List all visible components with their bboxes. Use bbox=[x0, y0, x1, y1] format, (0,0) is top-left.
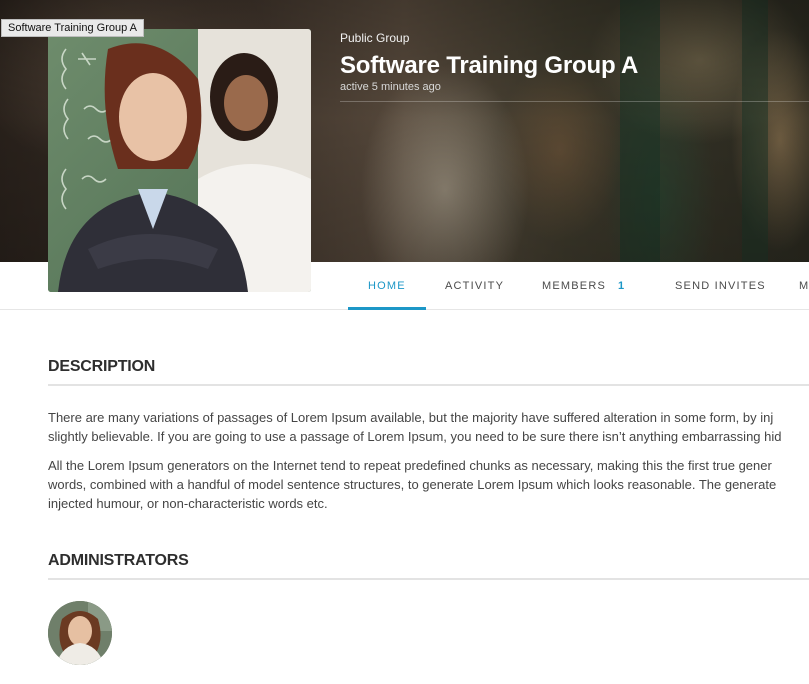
members-count-badge: 1 bbox=[618, 280, 625, 292]
tab-send-invites[interactable]: SEND INVITES bbox=[675, 262, 766, 310]
description-p1-line2: slightly believable. If you are going to… bbox=[48, 429, 782, 444]
group-title: Software Training Group A bbox=[340, 52, 639, 79]
admin-avatar-image bbox=[48, 601, 112, 665]
group-activity-status: active 5 minutes ago bbox=[340, 81, 441, 93]
group-avatar[interactable] bbox=[48, 29, 311, 292]
group-type: Public Group bbox=[340, 31, 410, 45]
description-heading: DESCRIPTION bbox=[48, 358, 809, 386]
description-paragraph-2: All the Lorem Ipsum generators on the In… bbox=[48, 456, 809, 513]
admin-avatar[interactable] bbox=[48, 601, 112, 665]
description-p2-line3: injected humour, or non-characteristic w… bbox=[48, 496, 328, 511]
tab-members[interactable]: MEMBERS 1 bbox=[542, 262, 624, 310]
tab-members-label: MEMBERS bbox=[542, 280, 607, 292]
tab-more[interactable]: M bbox=[799, 262, 809, 310]
group-avatar-image bbox=[48, 29, 311, 292]
active-tab-indicator bbox=[348, 307, 426, 310]
tooltip: Software Training Group A bbox=[1, 19, 145, 37]
description-p1-line1: There are many variations of passages of… bbox=[48, 410, 774, 425]
group-header: Public Group Software Training Group A a… bbox=[340, 30, 638, 95]
header-divider bbox=[340, 101, 809, 102]
description-p2-line2: words, combined with a handful of model … bbox=[48, 477, 777, 492]
tab-activity[interactable]: ACTIVITY bbox=[445, 262, 504, 310]
description-p2-line1: All the Lorem Ipsum generators on the In… bbox=[48, 458, 772, 473]
administrators-heading: ADMINISTRATORS bbox=[48, 552, 809, 580]
tab-home[interactable]: HOME bbox=[368, 262, 406, 310]
description-paragraph-1: There are many variations of passages of… bbox=[48, 408, 809, 446]
